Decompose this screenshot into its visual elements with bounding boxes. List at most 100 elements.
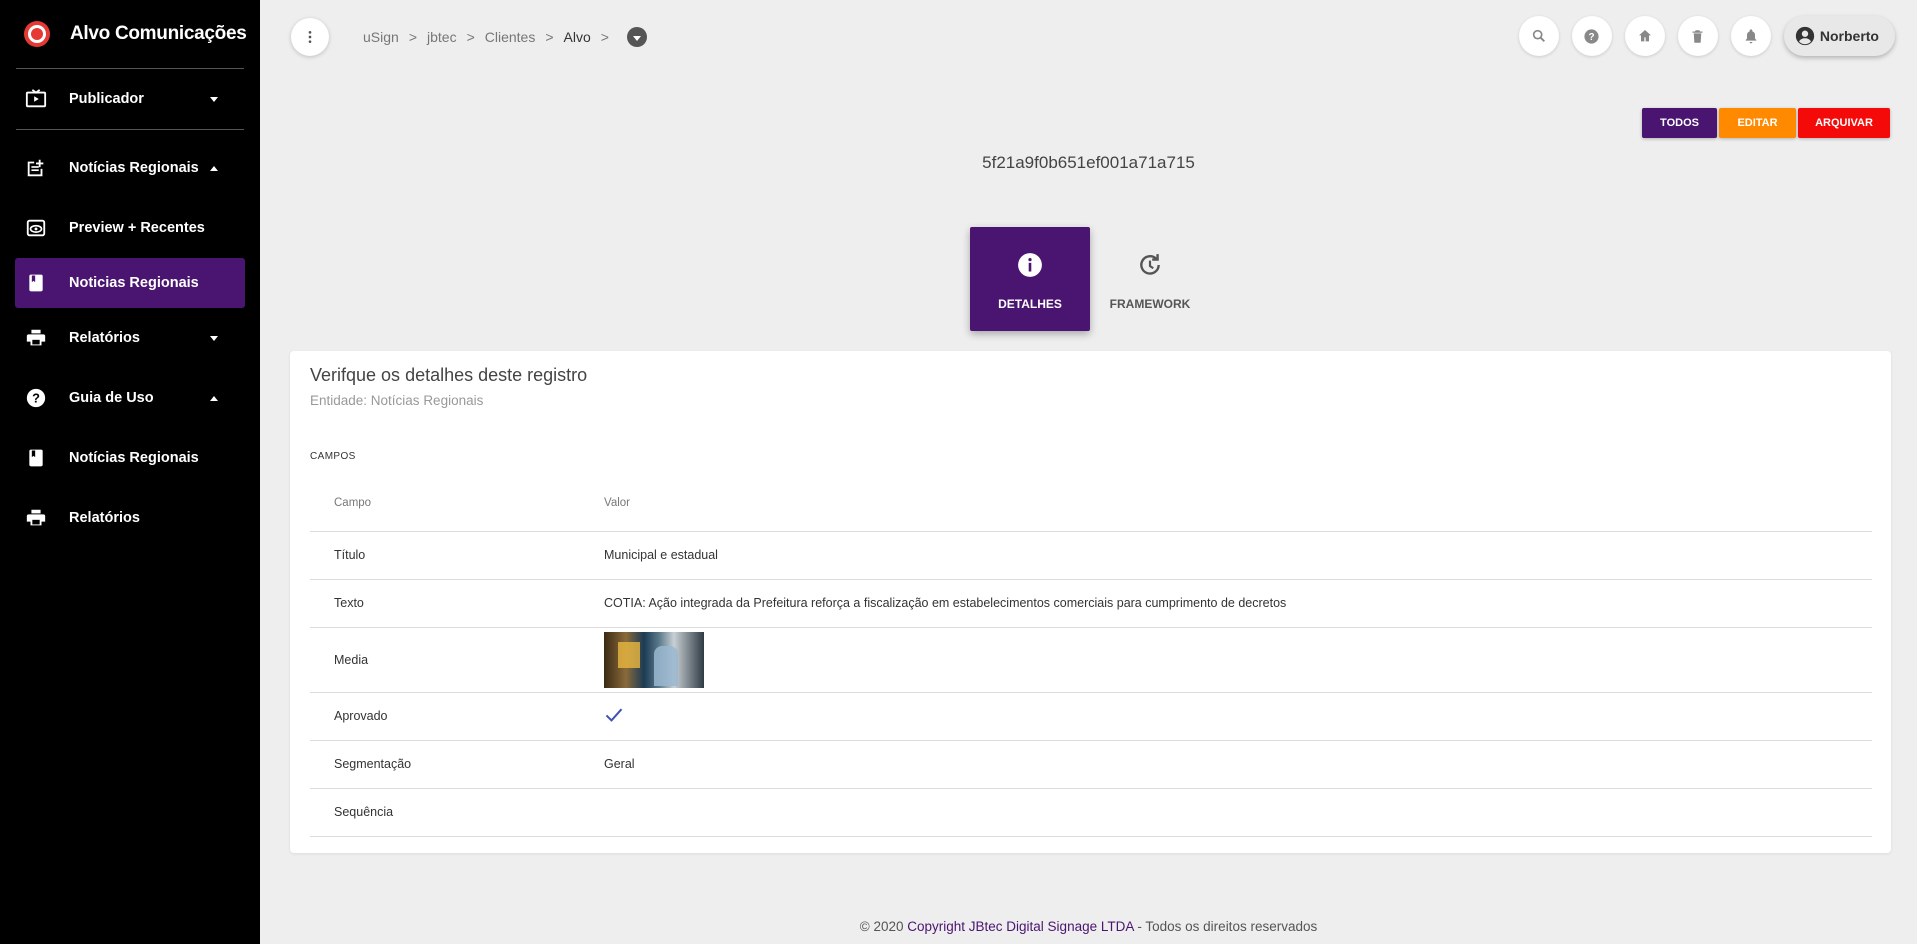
sidebar-item-publicador[interactable]: Publicador xyxy=(0,69,260,129)
record-tabs: DETALHES FRAMEWORK xyxy=(970,227,1210,331)
breadcrumb-separator: > xyxy=(466,29,475,45)
breadcrumb-jbtec[interactable]: jbtec xyxy=(427,29,457,45)
sidebar-item-noticias-regionais-2[interactable]: Notícias Regionais xyxy=(0,428,260,488)
printer-icon xyxy=(24,326,48,350)
field-name: Texto xyxy=(310,579,604,628)
fields-table: Campo Valor Título Municipal e estadual … xyxy=(310,475,1872,837)
tv-play-icon xyxy=(24,87,48,111)
breadcrumb-separator: > xyxy=(408,29,417,45)
table-row: Sequência xyxy=(310,788,1872,837)
top-bar: uSign > jbtec > Clientes > Alvo > ? Norb… xyxy=(260,0,1917,74)
trash-button[interactable] xyxy=(1677,16,1718,56)
search-icon xyxy=(1532,29,1545,42)
book-icon xyxy=(24,446,48,470)
brand-logo-icon xyxy=(24,21,50,47)
section-label: CAMPOS xyxy=(310,451,356,462)
svg-text:?: ? xyxy=(1589,32,1595,43)
search-button[interactable] xyxy=(1518,16,1559,56)
notifications-button[interactable] xyxy=(1730,16,1771,56)
sidebar-item-noticias-regionais-active[interactable]: Noticias Regionais xyxy=(15,258,245,308)
tab-framework-label: FRAMEWORK xyxy=(1109,296,1191,311)
breadcrumb: uSign > jbtec > Clientes > Alvo > xyxy=(363,27,647,47)
field-value xyxy=(604,627,1872,693)
sidebar-item-label: Publicador xyxy=(69,91,144,107)
home-button[interactable] xyxy=(1624,16,1665,56)
tab-detalhes[interactable]: DETALHES xyxy=(970,227,1090,331)
tab-detalhes-label: DETALHES xyxy=(998,296,1062,311)
more-menu-button[interactable] xyxy=(291,18,329,56)
svg-text:?: ? xyxy=(32,391,40,406)
history-icon xyxy=(1137,252,1163,281)
field-value: COTIA: Ação integrada da Prefeitura refo… xyxy=(604,579,1872,628)
home-icon xyxy=(1638,30,1651,42)
table-row: Media xyxy=(310,627,1872,693)
sidebar-item-relatorios-group[interactable]: Relatórios xyxy=(0,308,260,368)
table-header-row: Campo Valor xyxy=(310,475,1872,532)
chevron-down-icon xyxy=(210,335,218,341)
top-icons: ? Norberto xyxy=(1506,16,1895,56)
field-value: Municipal e estadual xyxy=(604,531,1872,580)
footer: © 2020 Copyright JBtec Digital Signage L… xyxy=(260,919,1917,934)
help-icon: ? xyxy=(24,386,48,410)
account-circle-icon xyxy=(1795,26,1815,46)
field-value xyxy=(604,692,1872,741)
table-row: Segmentação Geral xyxy=(310,740,1872,789)
trash-icon xyxy=(1692,29,1703,43)
field-name: Aprovado xyxy=(310,692,604,741)
bell-icon xyxy=(1745,29,1757,44)
sidebar-item-label: Relatórios xyxy=(69,330,140,346)
preview-icon xyxy=(24,216,48,240)
sidebar-item-label: Preview + Recentes xyxy=(69,220,205,236)
field-value xyxy=(604,788,1872,837)
sidebar: Alvo Comunicações Publicador Notícias Re… xyxy=(0,0,260,944)
breadcrumb-dropdown-button[interactable] xyxy=(626,27,647,47)
footer-suffix: - Todos os direitos reservados xyxy=(1137,919,1318,934)
column-header-campo: Campo xyxy=(310,475,604,532)
sidebar-item-guia-de-uso[interactable]: ? Guia de Uso xyxy=(0,368,260,428)
table-row: Título Municipal e estadual xyxy=(310,531,1872,580)
arquivar-button[interactable]: ARQUIVAR xyxy=(1798,108,1890,138)
todos-button[interactable]: TODOS xyxy=(1642,108,1717,138)
sidebar-item-label: Noticias Regionais xyxy=(69,275,199,291)
info-icon xyxy=(1017,252,1043,281)
field-name: Media xyxy=(310,627,604,693)
breadcrumb-usign[interactable]: uSign xyxy=(363,29,399,45)
field-name: Sequência xyxy=(310,788,604,837)
table-row: Texto COTIA: Ação integrada da Prefeitur… xyxy=(310,579,1872,628)
chevron-up-icon xyxy=(210,395,218,401)
breadcrumb-clientes[interactable]: Clientes xyxy=(485,29,536,45)
media-thumbnail[interactable] xyxy=(604,631,704,688)
footer-prefix: © 2020 xyxy=(859,919,904,934)
help-icon: ? xyxy=(1584,28,1599,44)
record-id: 5f21a9f0b651ef001a71a715 xyxy=(982,153,1195,172)
sidebar-item-preview-recentes[interactable]: Preview + Recentes xyxy=(0,198,260,258)
help-button[interactable]: ? xyxy=(1571,16,1612,56)
brand[interactable]: Alvo Comunicações xyxy=(0,0,260,68)
editar-button[interactable]: EDITAR xyxy=(1719,108,1796,138)
breadcrumb-separator: > xyxy=(600,29,609,45)
more-vert-icon xyxy=(308,31,312,43)
breadcrumb-alvo[interactable]: Alvo xyxy=(564,29,591,45)
sidebar-item-label: Relatórios xyxy=(69,510,140,526)
user-menu-button[interactable]: Norberto xyxy=(1783,16,1895,56)
sidebar-item-label: Notícias Regionais xyxy=(69,450,199,466)
details-card: Verifque os detalhes deste registro Enti… xyxy=(290,351,1891,853)
chevron-down-icon xyxy=(210,96,218,102)
divider xyxy=(16,129,244,130)
field-value: Geral xyxy=(604,740,1872,789)
card-subtitle: Entidade: Notícias Regionais xyxy=(310,393,484,408)
column-header-valor: Valor xyxy=(604,475,1872,532)
breadcrumb-separator: > xyxy=(545,29,554,45)
card-title: Verifque os detalhes deste registro xyxy=(310,365,588,385)
sidebar-item-relatorios[interactable]: Relatórios xyxy=(0,488,260,548)
printer-icon xyxy=(24,506,48,530)
record-actions: TODOS EDITAR ARQUIVAR xyxy=(1640,108,1890,138)
tab-framework[interactable]: FRAMEWORK xyxy=(1090,227,1210,331)
field-name: Segmentação xyxy=(310,740,604,789)
table-row: Aprovado xyxy=(310,692,1872,741)
user-name: Norberto xyxy=(1819,28,1879,44)
check-icon xyxy=(605,708,623,722)
sidebar-item-label: Guia de Uso xyxy=(69,390,154,406)
footer-copyright-link[interactable]: Copyright JBtec Digital Signage LTDA xyxy=(907,919,1133,934)
brand-title: Alvo Comunicações xyxy=(70,23,247,44)
